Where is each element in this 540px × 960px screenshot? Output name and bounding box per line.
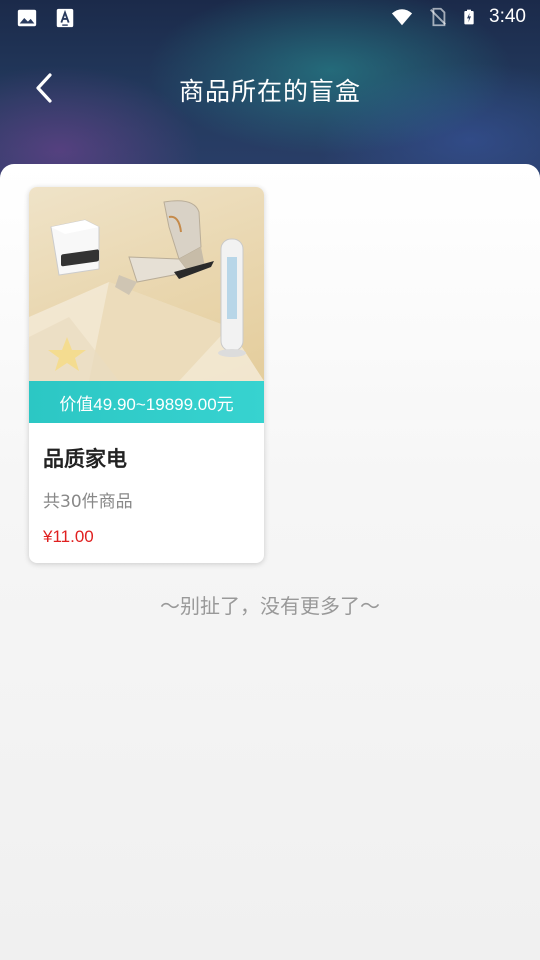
status-bar: 3:40 xyxy=(0,0,540,36)
nav-bar: 商品所在的盲盒 xyxy=(0,52,540,124)
product-illustration xyxy=(29,200,264,381)
value-range-badge: 价值49.90~19899.00元 xyxy=(29,381,264,423)
wifi-icon xyxy=(391,9,413,26)
status-time: 3:40 xyxy=(489,6,526,27)
no-more-text: ～别扯了，没有更多了～ xyxy=(160,594,380,618)
content-panel: 价值49.90~19899.00元 品质家电 共30件商品 ¥11.00 ～别扯… xyxy=(0,164,540,960)
battery-charging-icon xyxy=(464,9,474,25)
font-download-icon xyxy=(56,8,74,28)
card-title: 品质家电 xyxy=(43,447,127,471)
card-price: ¥11.00 xyxy=(43,527,94,546)
item-count: 共30件商品 xyxy=(43,492,133,512)
robot-vacuum-icon xyxy=(50,219,100,276)
page-title: 商品所在的盲盒 xyxy=(178,77,361,106)
massage-chair-icon xyxy=(115,200,214,295)
image-icon xyxy=(17,9,37,27)
no-sim-icon xyxy=(430,7,446,27)
tower-fan-icon xyxy=(218,238,246,357)
blind-box-card[interactable]: 价值49.90~19899.00元 品质家电 共30件商品 ¥11.00 xyxy=(29,187,264,563)
card-image xyxy=(29,187,264,381)
